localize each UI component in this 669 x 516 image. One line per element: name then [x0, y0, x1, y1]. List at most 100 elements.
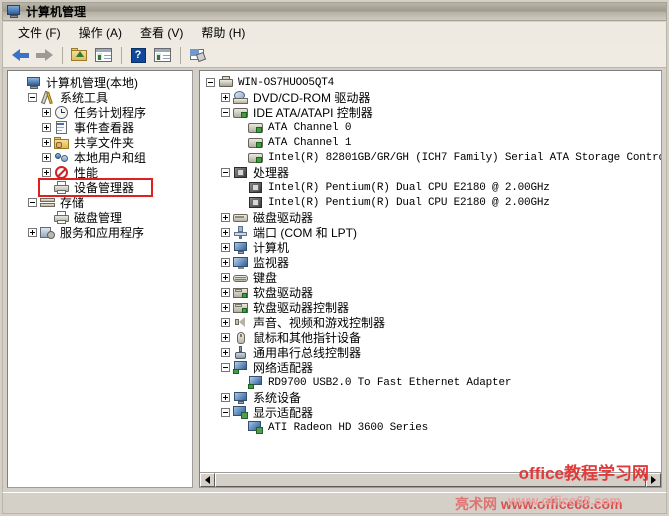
task-scheduler-icon: [54, 105, 70, 120]
device-node-processors[interactable]: 处理器: [200, 165, 661, 180]
performance-icon: [54, 165, 70, 180]
tree-node-shared-folders[interactable]: 共享文件夹: [8, 135, 192, 150]
device-node-ata-channel-1[interactable]: ATA Channel 1: [200, 135, 661, 150]
collapse-icon[interactable]: [221, 168, 230, 177]
tree-node-local-users-and-groups[interactable]: 本地用户和组: [8, 150, 192, 165]
device-node-disk-drives[interactable]: 磁盘驱动器: [200, 210, 661, 225]
device-node-keyboards[interactable]: 键盘: [200, 270, 661, 285]
tree-node-label: 任务计划程序: [74, 105, 147, 120]
expand-icon[interactable]: [42, 168, 51, 177]
device-node-usb-controllers[interactable]: 通用串行总线控制器: [200, 345, 661, 360]
tree-node-label: 磁盘管理: [74, 210, 123, 225]
tree-node-label: 声音、视频和游戏控制器: [253, 315, 386, 330]
expand-icon[interactable]: [221, 348, 230, 357]
expand-icon[interactable]: [221, 288, 230, 297]
console-tree-pane[interactable]: 计算机管理(本地) 系统工具 任务计划程序 事件查看器 共享文件夹 本地用户和组 性能 设备管…: [7, 70, 193, 488]
horizontal-scrollbar[interactable]: [200, 472, 661, 487]
up-one-level-button[interactable]: [68, 45, 90, 66]
device-node-ata-channel-0[interactable]: ATA Channel 0: [200, 120, 661, 135]
device-node-monitors[interactable]: 监视器: [200, 255, 661, 270]
device-node-system-devices[interactable]: 系统设备: [200, 390, 661, 405]
device-node-ports-com-lpt[interactable]: 端口 (COM 和 LPT): [200, 225, 661, 240]
tree-node-label: Intel(R) 82801GB/GR/GH (ICH7 Family) Ser…: [268, 151, 662, 164]
device-node-rd9700-usb-ethernet-adapter[interactable]: RD9700 USB2.0 To Fast Ethernet Adapter: [200, 375, 661, 390]
expand-icon[interactable]: [221, 213, 230, 222]
expand-icon[interactable]: [221, 333, 230, 342]
menu-help[interactable]: 帮助 (H): [192, 22, 254, 43]
collapse-icon[interactable]: [221, 108, 230, 117]
tree-node-label: 鼠标和其他指针设备: [253, 330, 362, 345]
scroll-right-button[interactable]: [646, 473, 661, 487]
menu-action[interactable]: 操作 (A): [70, 22, 131, 43]
menu-view[interactable]: 查看 (V): [131, 22, 192, 43]
expand-icon[interactable]: [221, 273, 230, 282]
back-button[interactable]: [9, 45, 31, 66]
expand-icon[interactable]: [42, 108, 51, 117]
pane-splitter[interactable]: [194, 70, 198, 488]
expand-icon[interactable]: [221, 303, 230, 312]
device-node-dvd-cdrom-drives[interactable]: DVD/CD-ROM 驱动器: [200, 90, 661, 105]
tree-node-label: 设备管理器: [74, 180, 135, 195]
forward-button[interactable]: [33, 45, 55, 66]
collapse-icon[interactable]: [206, 78, 215, 87]
computer-icon: [26, 76, 42, 90]
show-action-pane-button[interactable]: [151, 45, 173, 66]
tree-node-task-scheduler[interactable]: 任务计划程序: [8, 105, 192, 120]
properties-button[interactable]: [186, 45, 208, 66]
expand-icon[interactable]: [42, 123, 51, 132]
expand-icon[interactable]: [42, 138, 51, 147]
tree-node-label: 性能: [74, 165, 99, 180]
device-manager-icon: [54, 180, 70, 195]
tree-node-computer-management-local[interactable]: 计算机管理(本地): [8, 75, 192, 90]
device-node-sound-video-game-controllers[interactable]: 声音、视频和游戏控制器: [200, 315, 661, 330]
ide-controller-icon: [233, 106, 249, 120]
expand-icon[interactable]: [221, 258, 230, 267]
expand-icon[interactable]: [221, 228, 230, 237]
expand-icon[interactable]: [221, 243, 230, 252]
collapse-icon[interactable]: [221, 363, 230, 372]
show-hide-console-tree-button[interactable]: [92, 45, 114, 66]
tree-node-label: ATA Channel 0: [268, 121, 352, 134]
tree-node-services-and-applications[interactable]: 服务和应用程序: [8, 225, 192, 240]
expand-icon[interactable]: [221, 393, 230, 402]
tree-node-event-viewer[interactable]: 事件查看器: [8, 120, 192, 135]
scroll-thumb[interactable]: [215, 473, 646, 487]
expand-icon[interactable]: [28, 228, 37, 237]
collapse-icon[interactable]: [28, 93, 37, 102]
menu-file[interactable]: 文件 (F): [9, 22, 70, 43]
device-node-computer[interactable]: 计算机: [200, 240, 661, 255]
tree-node-device-manager[interactable]: 设备管理器: [8, 180, 192, 195]
collapse-icon[interactable]: [221, 408, 230, 417]
device-node-mice-and-pointing-devices[interactable]: 鼠标和其他指针设备: [200, 330, 661, 345]
tree-node-storage[interactable]: 存储: [8, 195, 192, 210]
tree-node-performance[interactable]: 性能: [8, 165, 192, 180]
ide-controller-icon: [248, 121, 264, 135]
device-node-floppy-disk-drives[interactable]: 软盘驱动器: [200, 285, 661, 300]
tree-node-label: WIN-OS7HUOO5QT4: [238, 76, 335, 89]
help-button[interactable]: ?: [127, 45, 149, 66]
window-title: 计算机管理: [26, 5, 87, 19]
collapse-icon[interactable]: [28, 198, 37, 207]
device-node-display-adapters[interactable]: 显示适配器: [200, 405, 661, 420]
expand-icon[interactable]: [42, 153, 51, 162]
usb-controller-icon: [233, 345, 249, 360]
tree-node-label: 通用串行总线控制器: [253, 345, 362, 360]
tree-node-disk-management[interactable]: 磁盘管理: [8, 210, 192, 225]
device-node-ati-radeon-hd-3600[interactable]: ATI Radeon HD 3600 Series: [200, 420, 661, 435]
device-node-floppy-disk-controllers[interactable]: 软盘驱动器控制器: [200, 300, 661, 315]
computer-management-icon: [6, 4, 22, 19]
scroll-left-button[interactable]: [200, 473, 215, 487]
tree-node-label: 显示适配器: [253, 405, 314, 420]
device-node-intel-sata-storage-controller[interactable]: Intel(R) 82801GB/GR/GH (ICH7 Family) Ser…: [200, 150, 661, 165]
storage-icon: [40, 196, 56, 210]
device-node-ide-ata-atapi-controllers[interactable]: IDE ATA/ATAPI 控制器: [200, 105, 661, 120]
device-node-cpu-1[interactable]: Intel(R) Pentium(R) Dual CPU E2180 @ 2.0…: [200, 195, 661, 210]
expand-icon[interactable]: [221, 318, 230, 327]
mouse-icon: [233, 331, 249, 345]
tree-node-system-tools[interactable]: 系统工具: [8, 90, 192, 105]
device-node-computer-root[interactable]: WIN-OS7HUOO5QT4: [200, 75, 661, 90]
device-manager-pane[interactable]: WIN-OS7HUOO5QT4 DVD/CD-ROM 驱动器 IDE ATA/ATA…: [199, 70, 662, 488]
device-node-network-adapters[interactable]: 网络适配器: [200, 360, 661, 375]
device-node-cpu-0[interactable]: Intel(R) Pentium(R) Dual CPU E2180 @ 2.0…: [200, 180, 661, 195]
expand-icon[interactable]: [221, 93, 230, 102]
